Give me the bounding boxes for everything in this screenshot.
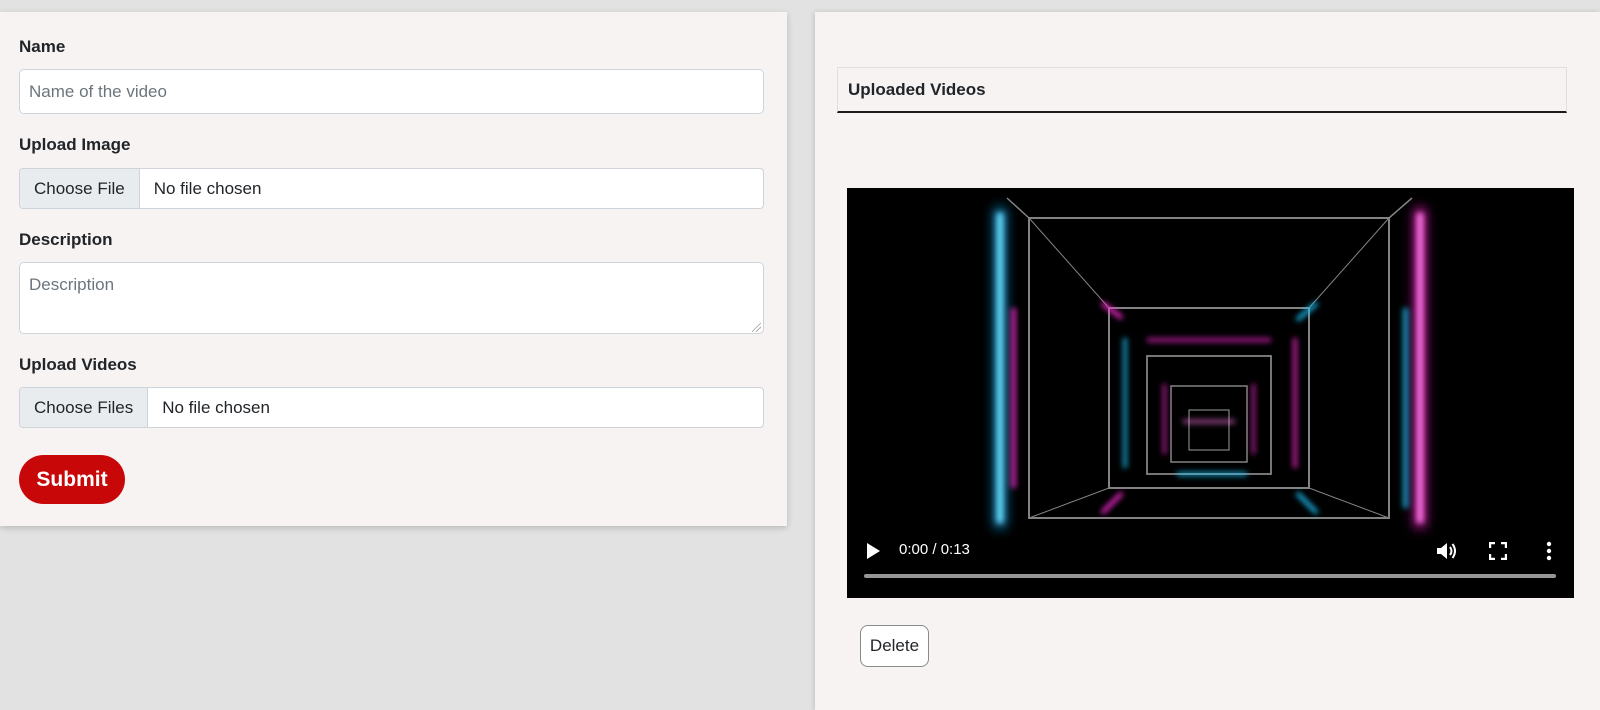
upload-image-label: Upload Image [19, 135, 131, 154]
choose-file-button[interactable]: Choose File [20, 169, 140, 208]
upload-form-panel: Name Upload Image Choose File No file ch… [0, 12, 787, 526]
description-label: Description [19, 230, 113, 249]
choose-files-button[interactable]: Choose Files [20, 388, 149, 427]
upload-videos-input[interactable]: Choose Files No file chosen [19, 387, 764, 428]
video-time: 0:00 / 0:13 [899, 541, 970, 558]
submit-button[interactable]: Submit [19, 455, 125, 504]
name-input[interactable] [19, 69, 764, 114]
delete-button[interactable]: Delete [860, 625, 929, 667]
uploaded-videos-panel: Uploaded Videos 0:00 / 0:13 Delete [815, 12, 1600, 710]
image-file-status: No file chosen [153, 178, 262, 198]
uploaded-videos-header: Uploaded Videos [837, 67, 1567, 113]
video-player[interactable]: 0:00 / 0:13 [847, 188, 1574, 598]
video-progress-bar[interactable] [864, 574, 1556, 578]
name-label: Name [19, 37, 66, 56]
description-wrapper [0, 262, 787, 334]
play-icon[interactable] [865, 542, 881, 560]
videos-file-status: No file chosen [162, 397, 270, 417]
more-vertical-icon[interactable] [1545, 541, 1553, 561]
upload-videos-label: Upload Videos [19, 355, 137, 374]
volume-icon[interactable] [1436, 541, 1458, 561]
resize-grip-icon[interactable] [752, 323, 761, 332]
description-textarea[interactable] [19, 262, 764, 334]
video-controls: 0:00 / 0:13 [847, 518, 1574, 598]
upload-image-input[interactable]: Choose File No file chosen [19, 168, 764, 209]
fullscreen-icon[interactable] [1489, 542, 1507, 560]
